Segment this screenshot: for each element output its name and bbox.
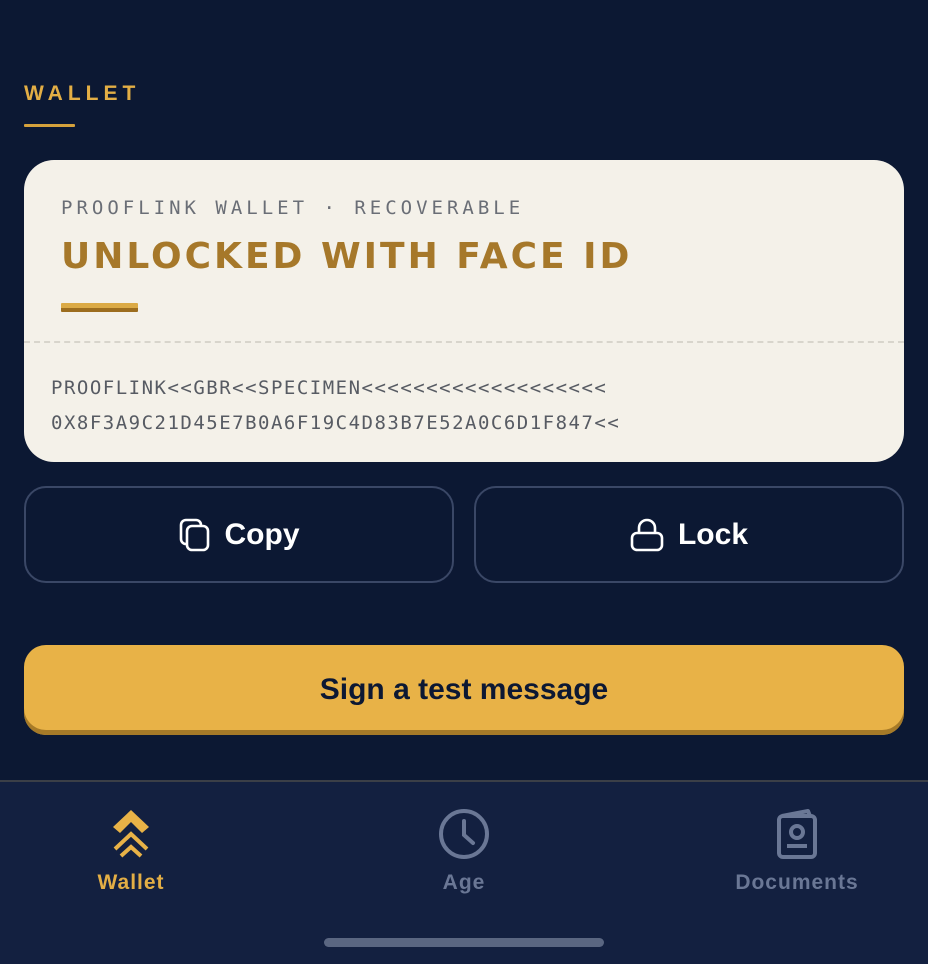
tab-documents-label: Documents [735,871,859,894]
card-eyebrow: PROOFLINK WALLET · RECOVERABLE [61,197,525,219]
lock-button[interactable]: Lock [474,486,904,583]
copy-icon [179,518,211,552]
lock-icon [630,518,664,552]
tab-documents[interactable]: Documents [697,808,897,895]
wallet-card: PROOFLINK WALLET · RECOVERABLE UNLOCKED … [24,160,904,462]
card-divider [24,341,904,343]
bottom-tab-bar: Wallet Age Documents [0,780,928,964]
document-id-icon [774,808,820,865]
section-title: WALLET [24,82,141,105]
wallet-screen: WALLET PROOFLINK WALLET · RECOVERABLE UN… [0,0,928,964]
wallet-chevrons-icon [111,808,151,865]
clock-icon [438,808,490,865]
copy-button-label: Copy [224,517,300,551]
tab-age[interactable]: Age [364,808,564,895]
tab-wallet[interactable]: Wallet [31,808,231,895]
lock-button-label: Lock [677,517,749,551]
card-accent-bar [61,303,138,312]
copy-button[interactable]: Copy [24,486,454,583]
tab-age-label: Age [442,871,486,894]
code-line-1: PROOFLINK<<GBR<<SPECIMEN<<<<<<<<<<<<<<<<… [51,377,608,399]
wallet-machine-code: PROOFLINK<<GBR<<SPECIMEN<<<<<<<<<<<<<<<<… [51,371,620,441]
tab-wallet-label: Wallet [97,871,165,894]
card-status-title: UNLOCKED WITH FACE ID [61,236,633,277]
home-indicator[interactable] [324,938,604,947]
section-underline [24,124,75,127]
sign-test-message-button[interactable]: Sign a test message [24,645,904,735]
code-line-2: 0X8F3A9C21D45E7B0A6F19C4D83B7E52A0C6D1F8… [51,412,621,434]
